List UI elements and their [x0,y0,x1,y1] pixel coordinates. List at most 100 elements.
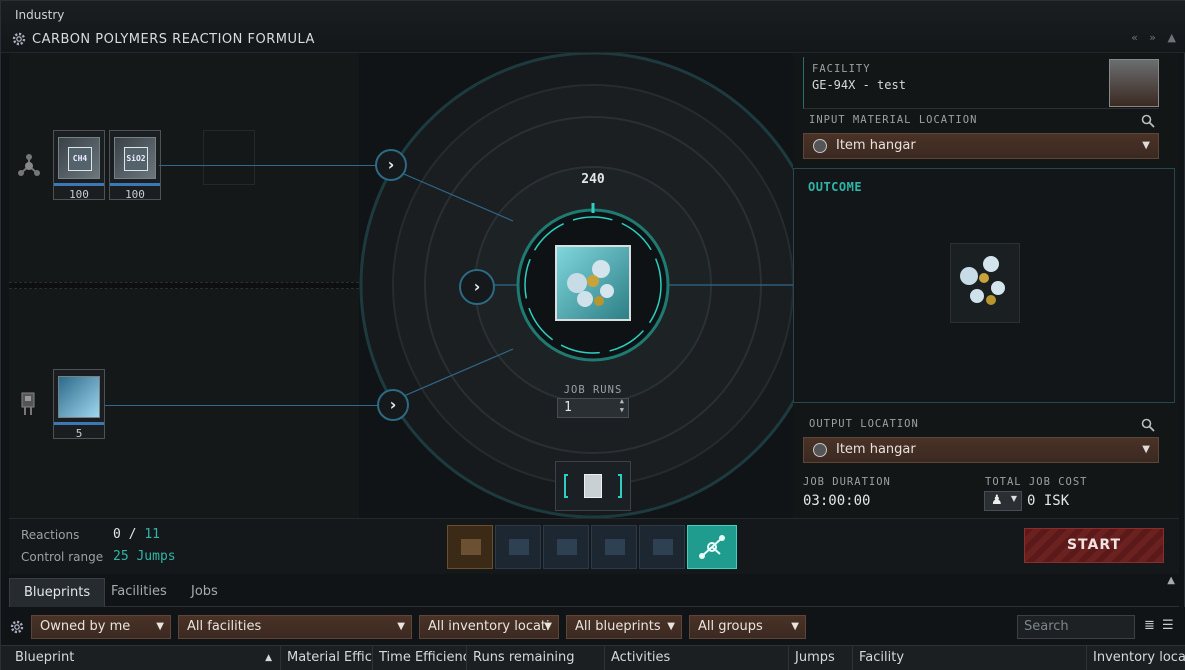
formula-title: CARBON POLYMERS REACTION FORMULA [32,32,315,47]
fuel-quantity: 5 [75,427,83,440]
search-icon[interactable] [1141,114,1155,128]
chevron-down-icon: ▼ [1010,494,1017,503]
column-activities[interactable]: Activities [605,646,789,670]
outcome-label: OUTCOME [808,180,863,194]
column-jumps[interactable]: Jumps [789,646,853,670]
control-range-label: Control range [21,550,104,564]
industry-window: Industry CARBON POLYMERS REACTION FORMUL… [0,0,1185,670]
output-quantity: 240 [581,172,605,187]
bracket-right-icon [618,474,622,498]
chevron-down-icon: ▼ [1142,444,1150,455]
hangar-icon [813,139,827,153]
reaction-button[interactable] [687,525,737,569]
facility-box[interactable]: FACILITY GE-94X - test [803,57,1159,109]
blueprint-slot[interactable] [555,461,631,511]
divider [9,282,359,289]
microscope-icon [653,539,673,555]
status-bar: Reactions 0 / 11 Control range 25 Jumps … [9,518,1179,574]
molecule-icon [18,154,40,176]
material-slot-methane[interactable]: CH4 100 [53,130,105,201]
control-range-value: 25 Jumps [113,549,176,564]
material-research-button[interactable] [591,525,637,569]
empty-slot [203,130,255,185]
hangar-icon [813,443,827,457]
list-view-icon[interactable]: ≣ [1144,618,1155,633]
silicates-icon: SiO2 [114,137,156,179]
column-facility[interactable]: Facility [853,646,1087,670]
facility-label: FACILITY [812,63,871,75]
bracket-left-icon [564,474,568,498]
column-time-efficiency[interactable]: Time Efficienc [373,646,467,670]
column-material-efficiency[interactable]: Material Effici [281,646,373,670]
output-location-label: OUTPUT LOCATION [809,418,919,430]
quantity-bar [110,183,160,186]
group-filter[interactable]: All groups ▼ [689,615,806,639]
input-location-dropdown[interactable]: Item hangar ▼ [803,133,1159,159]
collapse-icon[interactable]: ▲ [1167,575,1175,586]
job-runs-input[interactable]: 1 ▲ ▼ [557,397,629,418]
tab-blueprints[interactable]: Blueprints [9,578,106,607]
owner-selector[interactable]: ♟ ▼ [984,491,1022,511]
manufacturing-button[interactable] [447,525,493,569]
tab-jobs[interactable]: Jobs [177,578,232,607]
flask-icon [605,539,625,555]
fuel-block-icon [21,392,35,415]
facility-filter[interactable]: All facilities ▼ [178,615,412,639]
connector-line [105,405,391,406]
quantity-bar [54,183,104,186]
fuel-slot[interactable]: 5 [53,369,105,440]
search-icon[interactable] [1141,418,1155,432]
factory-icon [461,539,481,555]
reaction-product-icon[interactable] [555,245,631,321]
reaction-icon [699,535,725,559]
runs-stepper-icon[interactable]: ▲ ▼ [620,397,624,415]
user-icon: ♟ [991,493,1003,508]
collapse-right-icon[interactable]: » [1149,31,1156,44]
reaction-dial: › › › 240 JOB RUNS 1 ▲ ▼ [359,53,793,518]
facility-name: GE-94X - test [812,78,906,92]
sort-ascending-icon: ▲ [265,653,272,663]
chevron-down-icon: ▼ [791,621,799,632]
blueprint-filter[interactable]: All blueprints ▼ [566,615,682,639]
minimize-icon[interactable]: ▲ [1168,31,1176,44]
gear-icon[interactable] [11,31,27,47]
details-panel: FACILITY GE-94X - test INPUT MATERIAL LO… [793,53,1179,518]
hourglass-icon [557,539,577,555]
methane-icon: CH4 [58,137,100,179]
material-quantity: 100 [69,188,89,201]
inventory-filter[interactable]: All inventory locati ▼ [419,615,559,639]
arrow-node-middle: › [459,269,495,305]
molecule-product-icon [567,260,614,307]
copy-button[interactable] [495,525,541,569]
total-cost-value: 0 ISK [1027,493,1070,509]
molecule-outcome-icon [960,256,1005,305]
owner-filter[interactable]: Owned by me ▼ [31,615,171,639]
job-runs-label: JOB RUNS [563,384,623,396]
outcome-product-icon[interactable] [950,243,1020,323]
window-controls: « » ▲ [1123,31,1176,44]
detail-view-icon[interactable]: ☰ [1162,618,1174,633]
filter-bar: Owned by me ▼ All facilities ▼ All invento… [1,607,1185,645]
tab-facilities[interactable]: Facilities [97,578,181,607]
connector-line [159,165,391,166]
column-blueprint[interactable]: Blueprint ▲ [9,646,281,670]
output-location-dropdown[interactable]: Item hangar ▼ [803,437,1159,463]
fuel-cube-icon [58,376,100,418]
search-input[interactable]: Search [1017,615,1135,639]
start-button[interactable]: START [1024,528,1164,563]
title-bar: Industry CARBON POLYMERS REACTION FORMUL… [1,1,1185,53]
invention-button[interactable] [639,525,685,569]
time-research-button[interactable] [543,525,589,569]
chevron-down-icon: ▼ [1142,140,1150,151]
column-inventory-location[interactable]: Inventory loca [1087,646,1185,670]
material-quantity: 100 [125,188,145,201]
job-duration-label: JOB DURATION [803,476,891,488]
facility-image [1109,59,1159,107]
job-duration-value: 03:00:00 [803,493,871,509]
chevron-down-icon: ▼ [667,621,675,632]
column-runs-remaining[interactable]: Runs remaining [467,646,605,670]
material-slot-silicates[interactable]: SiO2 100 [109,130,161,201]
collapse-left-icon[interactable]: « [1131,31,1138,44]
gear-icon[interactable] [9,619,25,635]
outcome-box: OUTCOME [793,168,1175,403]
